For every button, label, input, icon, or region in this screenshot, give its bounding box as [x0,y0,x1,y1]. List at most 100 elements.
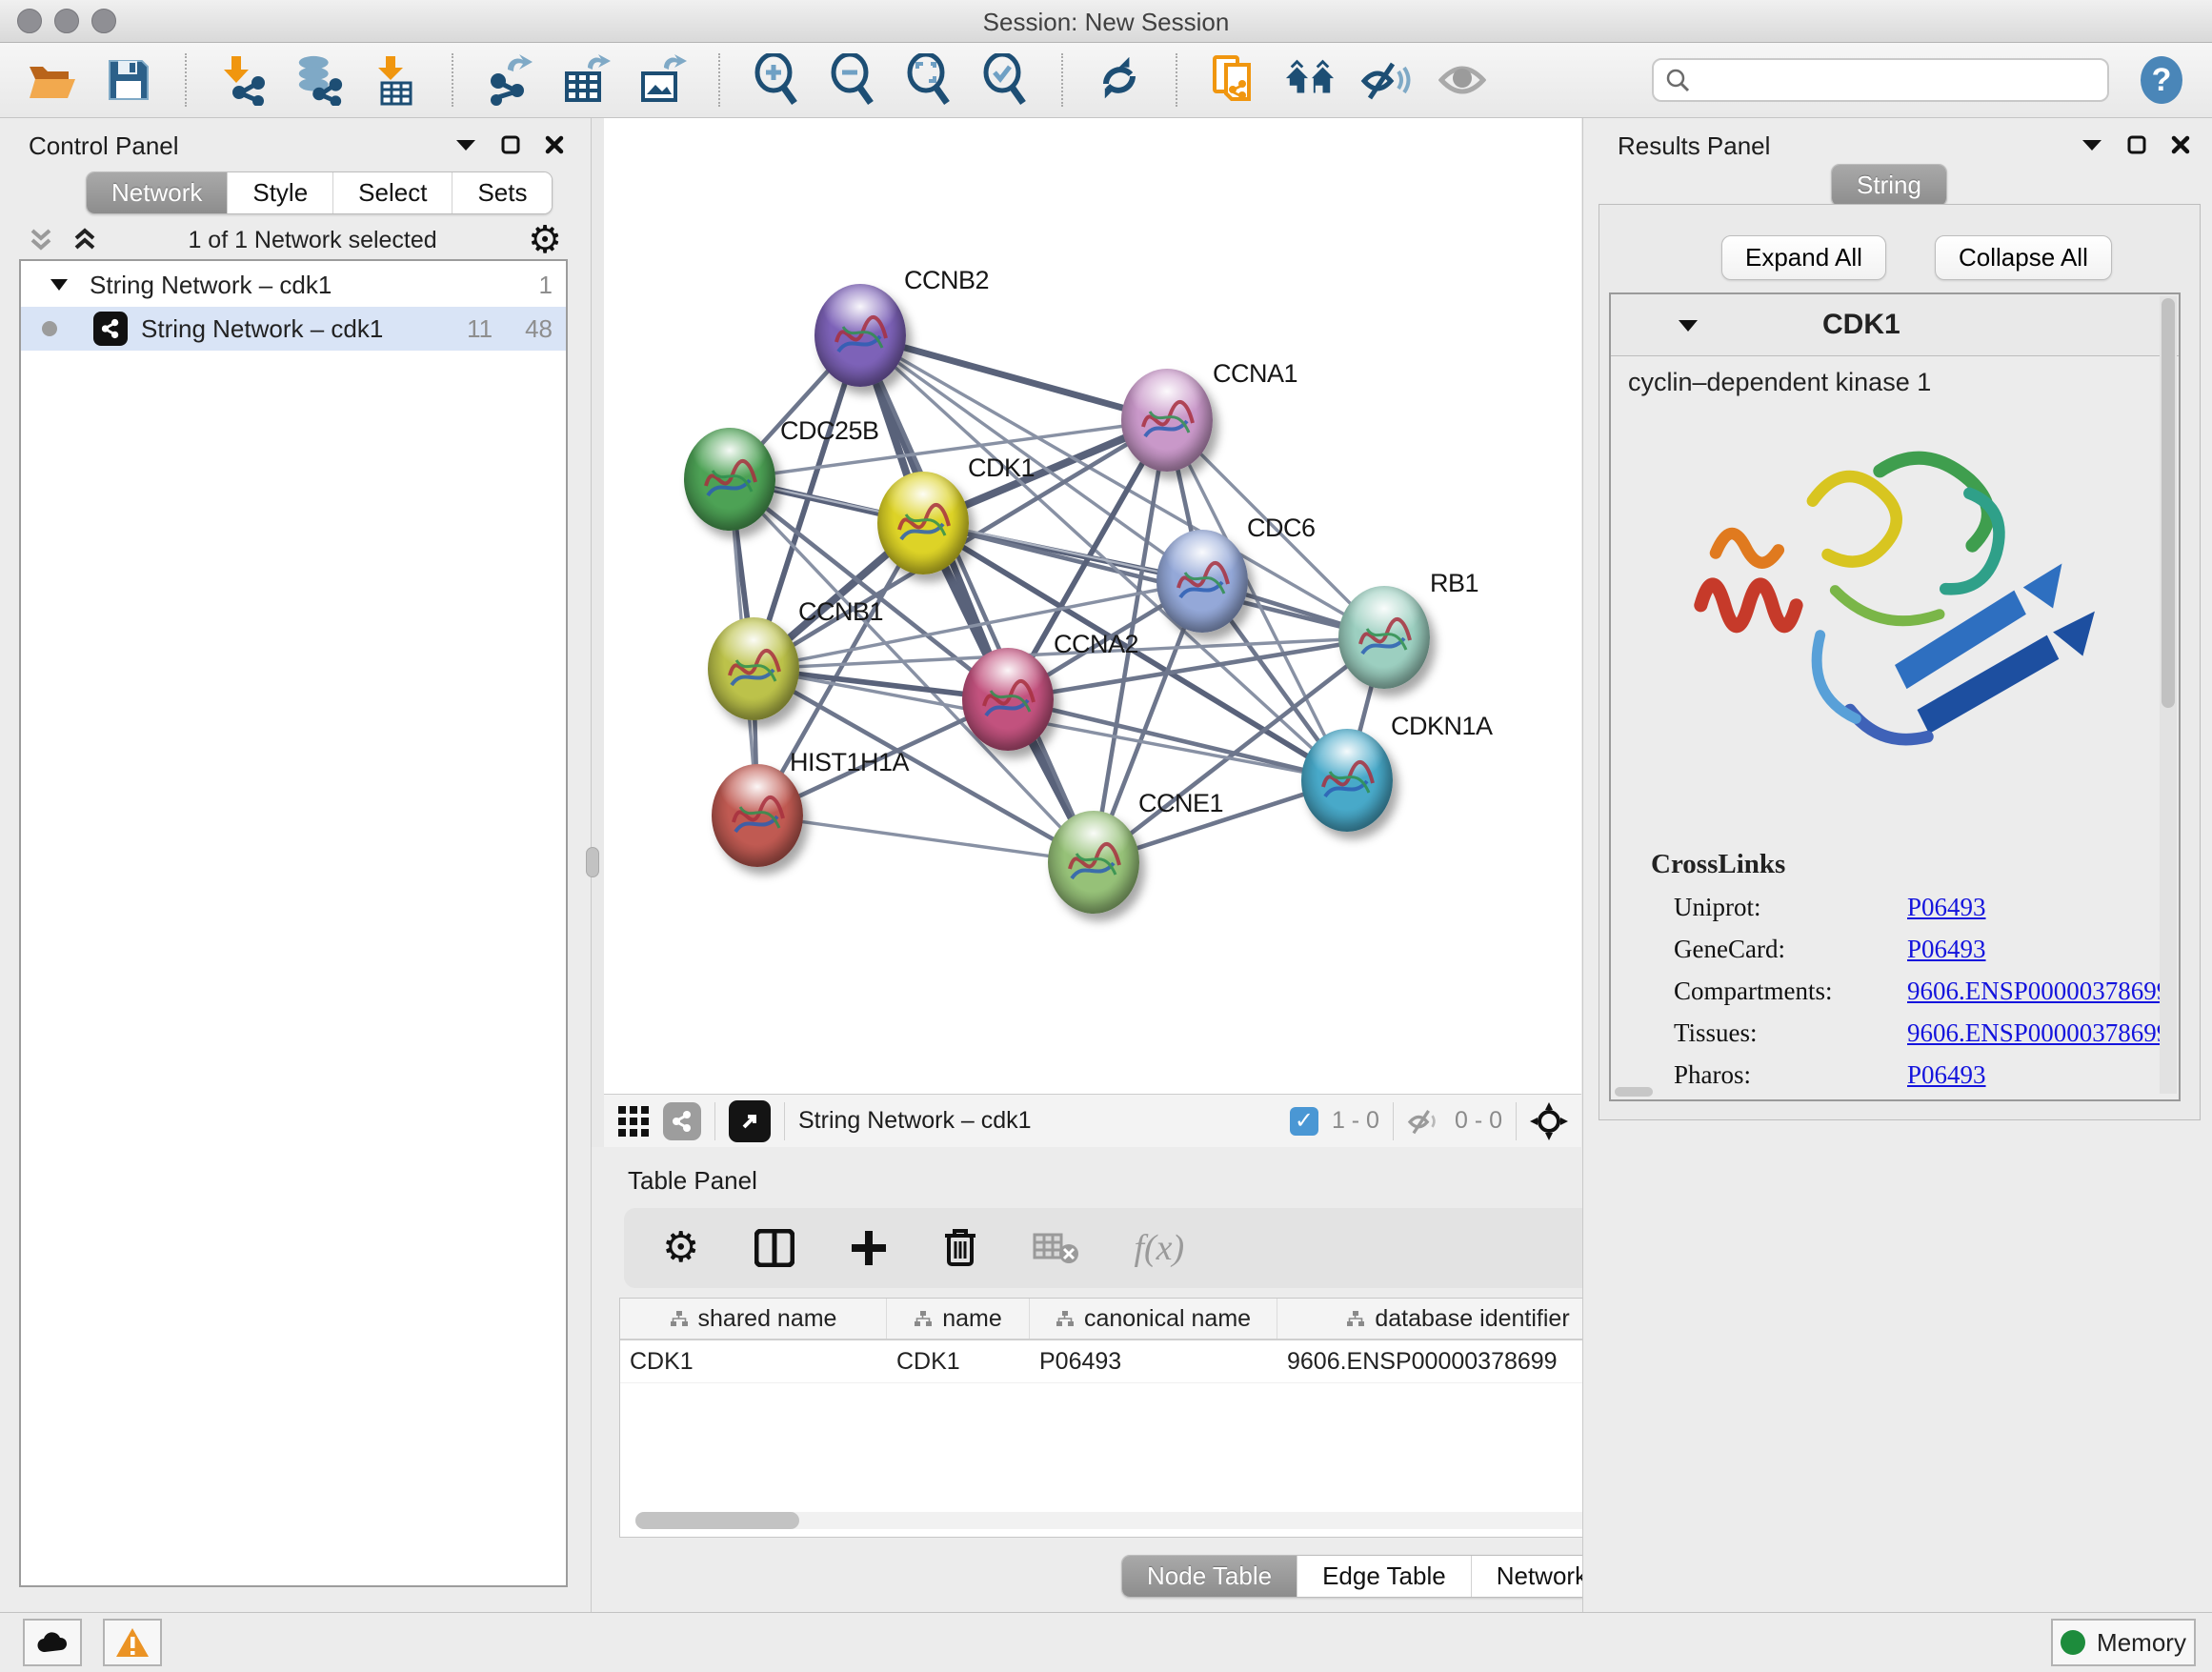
network-node-cdc6[interactable] [1156,530,1248,633]
save-session-icon[interactable] [103,54,154,106]
column-header-shared-name[interactable]: shared name [620,1299,887,1339]
first-neighbors-icon[interactable] [1284,54,1336,106]
tab-network[interactable]: Network [87,172,227,213]
crosslink-label: Compartments: [1674,977,1907,1006]
network-type-icon [93,312,128,346]
network-tree: String Network – cdk1 1 String Network –… [19,259,568,1587]
open-in-window-icon[interactable] [729,1100,771,1142]
protein-thumbnail-icon [1169,548,1236,614]
network-row-selected[interactable]: String Network – cdk1 11 48 [21,307,566,351]
network-birdseye-icon[interactable] [663,1102,701,1140]
crosslinks-list: Uniprot:P06493GeneCard:P06493Compartment… [1674,893,2179,1090]
zoom-out-icon[interactable] [827,54,878,106]
tab-style[interactable]: Style [227,172,332,213]
node-label-cdc25b: CDC25B [780,416,879,446]
add-column-icon[interactable] [850,1229,888,1267]
open-file-icon[interactable] [27,54,78,106]
table-options-gear-icon[interactable]: ⚙ [662,1227,699,1269]
network-node-ccna2[interactable] [962,648,1054,751]
export-image-icon[interactable] [636,54,688,106]
network-node-cdc25b[interactable] [684,428,775,531]
import-network-icon[interactable] [217,54,269,106]
network-node-ccne1[interactable] [1048,811,1139,914]
import-table-icon[interactable] [370,54,421,106]
crosslink-link[interactable]: P06493 [1907,935,1986,964]
crosslink-link[interactable]: 9606.ENSP00000378699 [1907,1018,2169,1048]
network-node-ccna1[interactable] [1121,369,1213,472]
clone-network-icon[interactable] [1208,54,1259,106]
help-icon[interactable]: ? [2136,54,2187,106]
expand-all-networks-icon[interactable] [72,228,97,252]
show-all-icon[interactable] [1437,54,1488,106]
node-description: cyclin–dependent kinase 1 [1628,368,2179,397]
zoom-in-icon[interactable] [751,54,802,106]
delete-column-icon[interactable] [943,1228,977,1268]
network-node-cdk1[interactable] [877,472,969,574]
panel-float-icon[interactable] [2127,135,2146,154]
node-label-cdc6: CDC6 [1247,514,1316,543]
warning-button[interactable] [103,1619,162,1666]
panel-menu-icon[interactable] [455,138,476,151]
scrollbar-thumb[interactable] [2162,298,2175,708]
cloud-status-button[interactable] [23,1619,82,1666]
zoom-fit-icon[interactable] [903,54,955,106]
network-node-ccnb2[interactable] [814,284,906,387]
splitter-handle[interactable] [586,847,599,877]
collapse-all-button[interactable]: Collapse All [1935,235,2112,280]
scrollbar-thumb[interactable] [635,1512,799,1529]
tab-sets[interactable]: Sets [452,172,552,213]
search-field[interactable] [1652,58,2109,102]
crosslink-link[interactable]: P06493 [1907,1060,1986,1090]
table-cell[interactable]: CDK1 [887,1340,1030,1382]
grid-view-icon[interactable] [617,1105,650,1138]
zoom-selected-icon[interactable] [979,54,1031,106]
hide-selected-icon[interactable] [1360,54,1412,106]
network-canvas[interactable]: CCNB2CCNA1CDC25BCDK1CDC6RB1CCNB1CCNA2CDK… [604,118,1581,1094]
memory-button[interactable]: Memory [2051,1619,2196,1666]
collapse-all-networks-icon[interactable] [29,228,53,252]
tree-expander-icon[interactable] [50,278,69,292]
search-input[interactable] [1698,66,2096,94]
network-node-rb1[interactable] [1338,586,1430,689]
node-card-header[interactable]: CDK1 [1611,294,2179,356]
crosslinks-title: CrossLinks [1651,849,2179,880]
export-table-icon[interactable] [560,54,612,106]
column-header-canonical-name[interactable]: canonical name [1030,1299,1277,1339]
panel-close-icon[interactable] [545,135,564,154]
network-node-ccnb1[interactable] [708,617,799,720]
node-label-hist1h1a: HIST1H1A [790,748,909,777]
tab-select[interactable]: Select [332,172,452,213]
hidden-eye-icon[interactable] [1407,1107,1441,1136]
fit-content-crosshair-icon[interactable] [1530,1102,1568,1140]
show-columns-icon[interactable] [754,1229,794,1267]
tab-edge-table[interactable]: Edge Table [1297,1556,1471,1597]
refresh-icon[interactable] [1094,54,1145,106]
export-network-icon[interactable] [484,54,535,106]
tab-string[interactable]: String [1832,165,1946,206]
expand-all-button[interactable]: Expand All [1721,235,1886,280]
column-header-name[interactable]: name [887,1299,1030,1339]
panel-float-icon[interactable] [501,135,520,154]
network-status-dot [42,321,57,336]
results-horizontal-scrollbar-thumb[interactable] [1615,1087,1653,1097]
network-edge[interactable] [860,335,1094,862]
panel-close-icon[interactable] [2171,135,2190,154]
table-cell[interactable]: P06493 [1030,1340,1277,1382]
network-node-hist1h1a[interactable] [712,764,803,867]
collapse-section-icon[interactable] [1678,318,1699,332]
import-network-from-database-icon[interactable] [293,54,345,106]
crosslink-row: Uniprot:P06493 [1674,893,2179,922]
results-panel-title: Results Panel [1618,131,1770,160]
network-collection-row[interactable]: String Network – cdk1 1 [21,261,566,307]
column-header-label: canonical name [1084,1305,1251,1333]
crosslink-link[interactable]: P06493 [1907,893,1986,922]
selected-checkbox-icon[interactable]: ✓ [1290,1107,1318,1136]
network-edge[interactable] [757,816,1094,862]
table-cell[interactable]: CDK1 [620,1340,887,1382]
tab-node-table[interactable]: Node Table [1122,1556,1297,1597]
network-options-gear-icon[interactable]: ⚙ [528,221,562,259]
crosslink-link[interactable]: 9606.ENSP00000378699 [1907,977,2169,1006]
results-vertical-scrollbar[interactable] [2160,296,2177,1094]
panel-menu-icon[interactable] [2081,138,2102,151]
network-node-cdkn1a[interactable] [1301,729,1393,832]
